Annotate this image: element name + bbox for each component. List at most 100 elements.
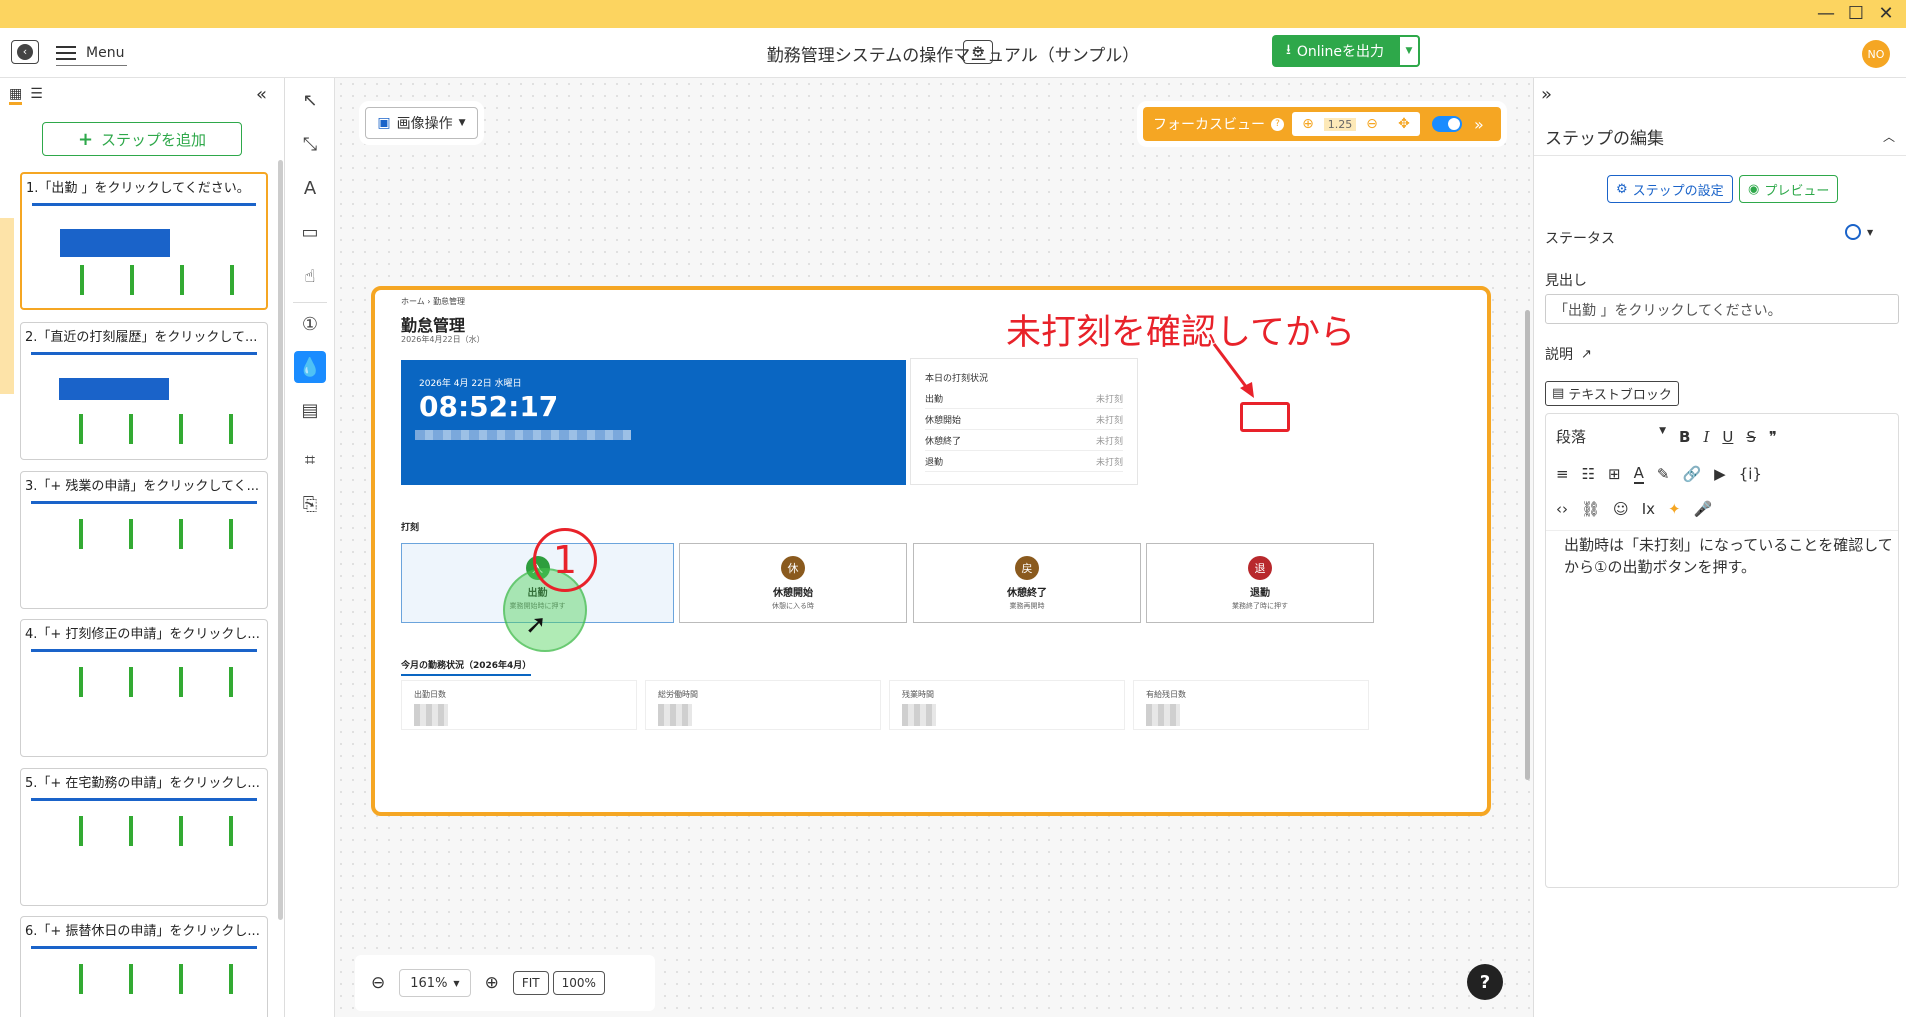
zoom-controls: ⊖ 161% ▼ ⊕ FIT 100% <box>355 955 655 1011</box>
expand-panel-icon[interactable]: » <box>1541 84 1552 105</box>
code-icon[interactable]: ‹› <box>1556 500 1568 518</box>
help-button[interactable]: ? <box>1467 964 1503 1000</box>
text-color-icon[interactable]: A <box>1633 464 1644 484</box>
status-dropdown[interactable]: ▼ <box>1845 224 1873 240</box>
text-block-button[interactable]: ▤ テキストブロック <box>1545 381 1679 406</box>
actual-size-button[interactable]: 100% <box>552 971 605 995</box>
paragraph-style-select[interactable]: 段落 ▼ <box>1556 426 1666 447</box>
hand-icon[interactable]: ☝ <box>294 260 326 292</box>
caret-down-icon: ▼ <box>458 118 466 128</box>
underline-icon[interactable]: U <box>1722 428 1733 446</box>
annotation-arrow[interactable] <box>1210 340 1260 402</box>
zoom-out-icon[interactable]: ⊖ <box>1356 116 1388 132</box>
breadcrumb-home: ホーム <box>401 297 425 306</box>
punch-heading: 打刻 <box>401 523 420 533</box>
collapse-panel-icon[interactable]: « <box>256 84 267 105</box>
page-title: 勤怠管理 <box>401 316 466 335</box>
chevron-up-icon[interactable]: ︿ <box>1883 128 1895 145</box>
page-date: 2026年4月22日（水） <box>401 335 485 344</box>
crop-icon[interactable]: ⌗ <box>294 444 326 476</box>
settings-button[interactable]: ⚙ <box>963 40 993 64</box>
step-card[interactable]: 1.「出勤 」をクリックしてください。 <box>20 172 268 310</box>
fit-button[interactable]: FIT <box>512 971 549 995</box>
unlink-icon[interactable]: ⛓ <box>1581 500 1600 518</box>
heading-input[interactable]: 「出勤 」をクリックしてください。 <box>1545 294 1899 324</box>
add-page-icon[interactable]: ⎘ <box>294 488 326 520</box>
arrow-icon[interactable]: ⤡ <box>294 128 326 160</box>
eye-icon: ◉ <box>1748 181 1760 197</box>
zoom-out-icon[interactable]: ⊖ <box>371 973 385 993</box>
number-icon[interactable]: ① <box>294 308 326 340</box>
clear-format-icon[interactable]: Ix <box>1642 500 1655 518</box>
export-online-button[interactable]: ⭳ Onlineを出力 ▼ <box>1272 35 1420 67</box>
zoom-in-icon[interactable]: ⊕ <box>1292 116 1324 132</box>
maximize-button[interactable]: ☐ <box>1843 4 1869 24</box>
clock-date: 2026年 4月 22日 水曜日 <box>419 379 522 389</box>
close-button[interactable]: ✕ <box>1873 4 1899 24</box>
rich-text-editor[interactable]: 段落 ▼ B I U S ❞ ≡ ☷ ⊞ A ✎ 🔗 ▶ {i} ‹› ⛓ ☺ I… <box>1545 413 1899 888</box>
highlight-icon[interactable]: ✎ <box>1657 465 1670 483</box>
status-row: 退勤 未打刻 <box>925 452 1123 472</box>
table-icon[interactable]: ⊞ <box>1608 465 1621 483</box>
canvas-scrollbar[interactable] <box>1525 310 1530 780</box>
preview-button[interactable]: ◉ プレビュー <box>1739 175 1839 203</box>
break-end-button[interactable]: 戻 休憩終了 業務再開時 <box>913 543 1141 623</box>
step-card[interactable]: 3.「+ 残業の申請」をクリックしてく... <box>20 471 268 609</box>
image-operations-dropdown[interactable]: ▣ 画像操作 ▼ <box>365 107 478 139</box>
step-card[interactable]: 5.「+ 在宅勤務の申請」をクリックし... <box>20 768 268 906</box>
step-card-label: 5.「+ 在宅勤務の申請」をクリックし... <box>25 776 260 791</box>
clock-card: 2026年 4月 22日 水曜日 08:52:17 <box>401 360 906 485</box>
bold-icon[interactable]: B <box>1679 428 1690 446</box>
step-settings-button[interactable]: ⚙ ステップの設定 <box>1607 175 1733 203</box>
strikethrough-icon[interactable]: S <box>1746 428 1756 446</box>
external-link-icon[interactable]: ↗ <box>1581 347 1592 362</box>
step-card[interactable]: 4.「+ 打刻修正の申請」をクリックし... <box>20 619 268 757</box>
month-stat-card: 総労働時間 <box>645 680 881 730</box>
step-card[interactable]: 2.「直近の打刻履歴」をクリックして... <box>20 322 268 460</box>
break-start-button[interactable]: 休 休憩開始 休憩に入る時 <box>679 543 907 623</box>
back-button[interactable]: ‹ <box>11 40 39 64</box>
add-step-button[interactable]: + ステップを追加 <box>42 122 242 156</box>
speech-bubble-icon[interactable]: ▭ <box>294 216 326 248</box>
step-list-scrollbar[interactable] <box>278 160 283 920</box>
annotation-step-number[interactable]: 1 <box>533 528 597 592</box>
microphone-icon[interactable]: 🎤 <box>1694 500 1713 518</box>
annotation-callout-text[interactable]: 未打刻を確認してから <box>1006 304 1355 355</box>
title-bar <box>0 0 1906 28</box>
list-view-icon[interactable]: ☰ <box>30 86 43 105</box>
list-icon[interactable]: ☷ <box>1582 465 1595 483</box>
link-icon[interactable]: 🔗 <box>1682 465 1701 483</box>
menu-button[interactable]: Menu <box>56 40 128 66</box>
pointer-icon[interactable]: ↖ <box>294 84 326 116</box>
step-edit-panel: » ステップの編集 ︿ ⚙ ステップの設定 ◉ プレビュー ステータス ▼ 見出し … <box>1533 78 1906 1017</box>
help-circle-icon[interactable]: ? <box>1271 117 1284 131</box>
zoom-in-icon[interactable]: ⊕ <box>485 973 499 993</box>
media-icon[interactable]: ▶ <box>1714 465 1726 483</box>
blur-icon[interactable]: 💧 <box>294 351 326 383</box>
emoji-icon[interactable]: ☺ <box>1613 500 1629 518</box>
quote-icon[interactable]: ❞ <box>1769 428 1777 446</box>
panel-header: ステップの編集 ︿ <box>1534 118 1906 156</box>
image-icon[interactable]: ▤ <box>294 394 326 426</box>
step-card[interactable]: 6.「+ 振替休日の申請」をクリックし... <box>20 916 268 1017</box>
focus-view-toggle[interactable] <box>1432 116 1462 132</box>
step-thumbnail <box>27 944 261 1017</box>
code-block-icon[interactable]: {i} <box>1739 465 1762 483</box>
ai-sparkle-icon[interactable]: ✦ <box>1668 500 1681 518</box>
step-thumbnail <box>28 201 260 301</box>
move-icon[interactable]: ✥ <box>1388 116 1420 132</box>
panel-title: ステップの編集 <box>1545 129 1664 149</box>
expand-icon[interactable]: » <box>1474 115 1484 134</box>
zoom-select[interactable]: 161% ▼ <box>399 969 471 997</box>
punch-out-button[interactable]: 退 退勤 業務終了時に押す <box>1146 543 1374 623</box>
italic-icon[interactable]: I <box>1703 428 1709 446</box>
align-icon[interactable]: ≡ <box>1556 465 1569 483</box>
status-title: 本日の打刻状況 <box>925 374 989 384</box>
grid-view-icon[interactable]: ▦ <box>9 86 23 105</box>
description-body[interactable]: 出勤時は「未打刻」になっていることを確認してから①の出勤ボタンを押す。 <box>1564 534 1894 578</box>
annotation-highlight-box[interactable] <box>1240 402 1290 432</box>
minimize-button[interactable]: — <box>1813 4 1839 24</box>
user-avatar[interactable]: NO <box>1862 40 1890 68</box>
export-dropdown-caret[interactable]: ▼ <box>1398 35 1420 67</box>
text-icon[interactable]: A <box>294 172 326 204</box>
